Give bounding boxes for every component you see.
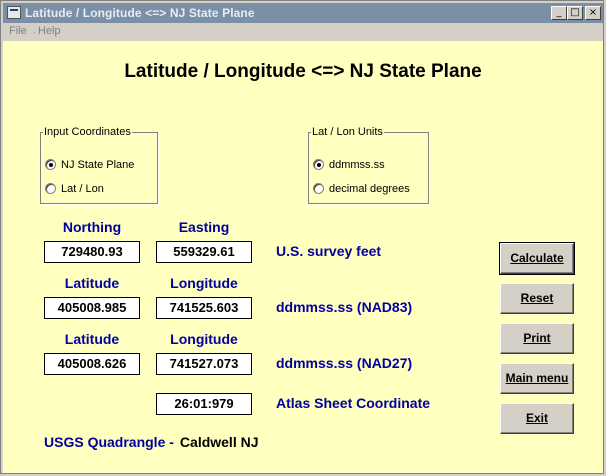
app-window: Latitude / Longitude <=> NJ State Plane … [0, 0, 604, 474]
radio-lat-lon[interactable]: Lat / Lon [45, 183, 104, 195]
quadrangle-value: Caldwell NJ [179, 434, 259, 450]
input-coordinates-group: Input Coordinates NJ State Plane Lat / L… [40, 126, 158, 204]
easting-field[interactable]: 559329.61 [156, 241, 252, 263]
radio-nj-state-plane-label: NJ State Plane [61, 159, 135, 171]
window-title: Latitude / Longitude <=> NJ State Plane [25, 6, 255, 20]
longitude-nad27-header: Longitude [170, 331, 238, 347]
latitude-nad27-header: Latitude [64, 331, 120, 347]
northing-header: Northing [62, 219, 122, 235]
radio-selected-icon[interactable] [45, 159, 56, 170]
survey-feet-label: U.S. survey feet [276, 243, 382, 259]
radio-selected-icon[interactable] [313, 159, 324, 170]
close-button[interactable]: × [585, 6, 601, 20]
input-coordinates-legend: Input Coordinates [44, 126, 131, 138]
app-icon[interactable] [7, 6, 21, 19]
page-title: Latitude / Longitude <=> NJ State Plane [124, 61, 482, 82]
latitude-nad83-header: Latitude [64, 275, 120, 291]
quadrangle-label: USGS Quadrangle - [44, 434, 174, 450]
usgs-quadrangle: USGS Quadrangle - Caldwell NJ [44, 434, 259, 450]
menu-help[interactable]: Help [38, 25, 61, 37]
radio-ddmmss-label: ddmmss.ss [329, 159, 385, 171]
menu-file[interactable]: File [9, 25, 27, 37]
longitude-nad27-field[interactable]: 741527.073 [156, 353, 252, 375]
atlas-sheet-field[interactable]: 26:01:979 [156, 393, 252, 415]
maximize-button[interactable]: □ [567, 6, 583, 20]
minimize-button[interactable]: _ [551, 6, 567, 20]
lat-lon-units-legend: Lat / Lon Units [312, 126, 383, 138]
radio-unselected-icon[interactable] [45, 183, 56, 194]
nad83-units-label: ddmmss.ss (NAD83) [276, 299, 413, 315]
main-menu-button[interactable]: Main menu [500, 363, 574, 394]
radio-decimal-degrees-label: decimal degrees [329, 183, 410, 195]
longitude-nad83-header: Longitude [170, 275, 238, 291]
menu-separator-dot: · [33, 28, 36, 37]
print-button[interactable]: Print [500, 323, 574, 354]
menu-bar: File · Help [3, 23, 603, 41]
atlas-sheet-label: Atlas Sheet Coordinate [276, 395, 431, 411]
latitude-nad83-field[interactable]: 405008.985 [44, 297, 140, 319]
calculate-button[interactable]: Calculate [499, 242, 575, 275]
lat-lon-units-group: Lat / Lon Units ddmmss.ss decimal degree… [308, 126, 429, 204]
title-bar[interactable]: Latitude / Longitude <=> NJ State Plane … [3, 3, 603, 23]
easting-header: Easting [178, 219, 230, 235]
radio-unselected-icon[interactable] [313, 183, 324, 194]
northing-field[interactable]: 729480.93 [44, 241, 140, 263]
exit-button[interactable]: Exit [500, 403, 574, 434]
nad27-units-label: ddmmss.ss (NAD27) [276, 355, 413, 371]
radio-nj-state-plane[interactable]: NJ State Plane [45, 159, 134, 171]
longitude-nad83-field[interactable]: 741525.603 [156, 297, 252, 319]
reset-button[interactable]: Reset [500, 283, 574, 314]
radio-decimal-degrees[interactable]: decimal degrees [313, 183, 410, 195]
main-panel: Latitude / Longitude <=> NJ State Plane … [3, 41, 603, 473]
radio-ddmmss[interactable]: ddmmss.ss [313, 159, 385, 171]
radio-lat-lon-label: Lat / Lon [61, 183, 104, 195]
latitude-nad27-field[interactable]: 405008.626 [44, 353, 140, 375]
